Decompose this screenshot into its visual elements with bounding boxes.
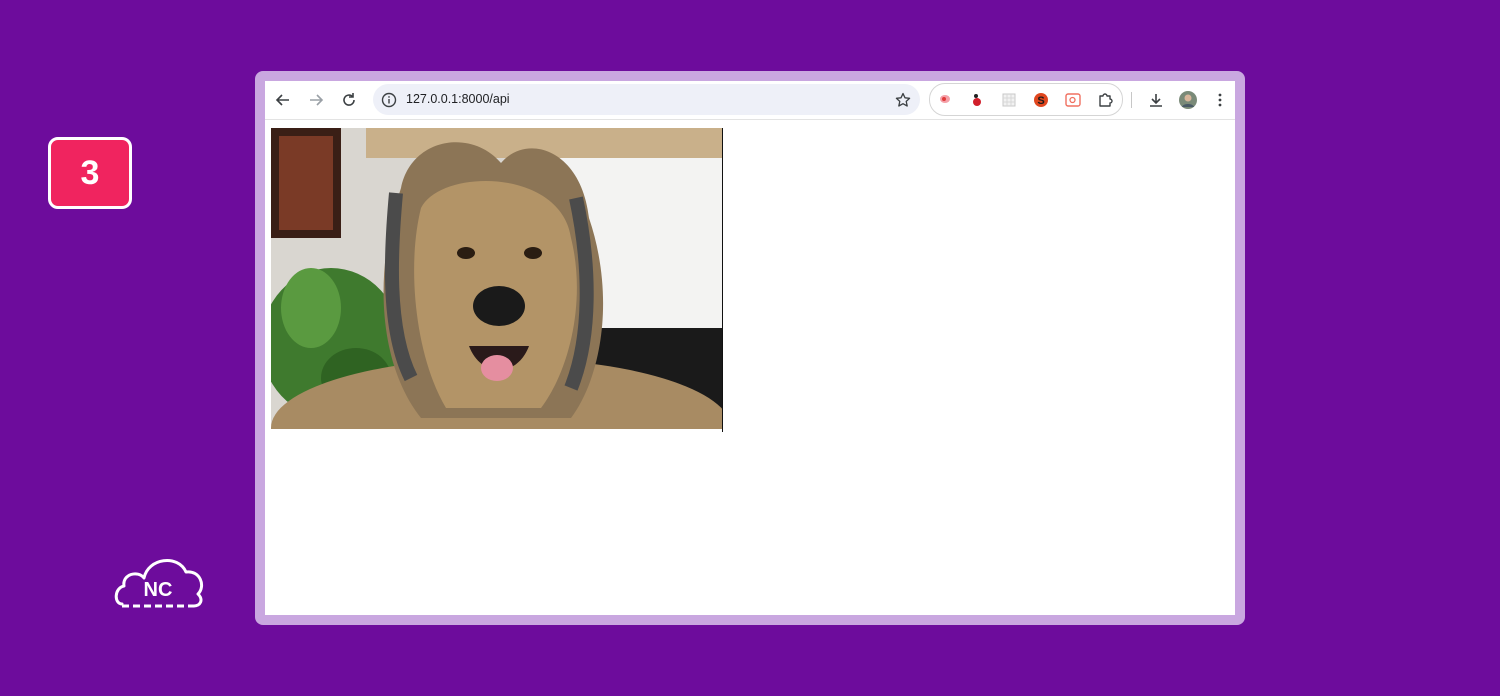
extension-sweet-icon <box>940 95 950 103</box>
step-number: 3 <box>80 153 100 192</box>
extensions-button[interactable] <box>1096 91 1114 109</box>
reload-button[interactable] <box>337 88 361 112</box>
download-icon <box>1150 94 1162 107</box>
extension-search-icon <box>1065 93 1081 107</box>
forward-button[interactable] <box>304 88 328 112</box>
kebab-menu-icon <box>1218 93 1222 107</box>
avatar <box>1179 91 1197 109</box>
dog-image <box>271 128 722 429</box>
extension-1[interactable] <box>936 91 954 109</box>
extension-4[interactable]: S <box>1032 91 1050 109</box>
step-badge: 3 <box>48 137 132 209</box>
page-content <box>265 120 1235 615</box>
svg-text:S: S <box>1037 95 1044 107</box>
bookmark-button[interactable] <box>892 89 914 111</box>
extension-ladybug-icon <box>973 94 981 106</box>
profile-button[interactable] <box>1176 88 1200 112</box>
menu-button[interactable] <box>1208 88 1232 112</box>
arrow-right-icon <box>310 94 324 106</box>
info-icon[interactable] <box>380 91 398 109</box>
screenshot-frame: 127.0.0.1:8000/api S <box>255 71 1245 625</box>
reload-icon <box>343 93 355 106</box>
extensions-bar: S <box>929 83 1123 116</box>
browser-window: 127.0.0.1:8000/api S <box>265 81 1235 615</box>
address-url[interactable]: 127.0.0.1:8000/api <box>406 84 510 115</box>
arrow-left-icon <box>275 94 289 106</box>
back-button[interactable] <box>271 88 295 112</box>
address-bar[interactable]: 127.0.0.1:8000/api <box>373 84 920 115</box>
browser-toolbar: 127.0.0.1:8000/api S <box>265 81 1235 120</box>
extension-3[interactable] <box>1000 91 1018 109</box>
extension-grid-icon <box>1002 93 1016 107</box>
image-border <box>722 128 723 432</box>
toolbar-divider <box>1131 92 1132 108</box>
downloads-button[interactable] <box>1144 88 1168 112</box>
nc-cloud-logo: NC <box>114 559 203 608</box>
extension-5[interactable] <box>1064 91 1082 109</box>
extension-2[interactable] <box>968 91 986 109</box>
extension-seo-icon: S <box>1034 93 1048 107</box>
puzzle-icon <box>1099 93 1113 107</box>
star-icon <box>895 92 911 107</box>
dog-photo <box>271 128 722 429</box>
logo-text: NC <box>144 579 173 601</box>
